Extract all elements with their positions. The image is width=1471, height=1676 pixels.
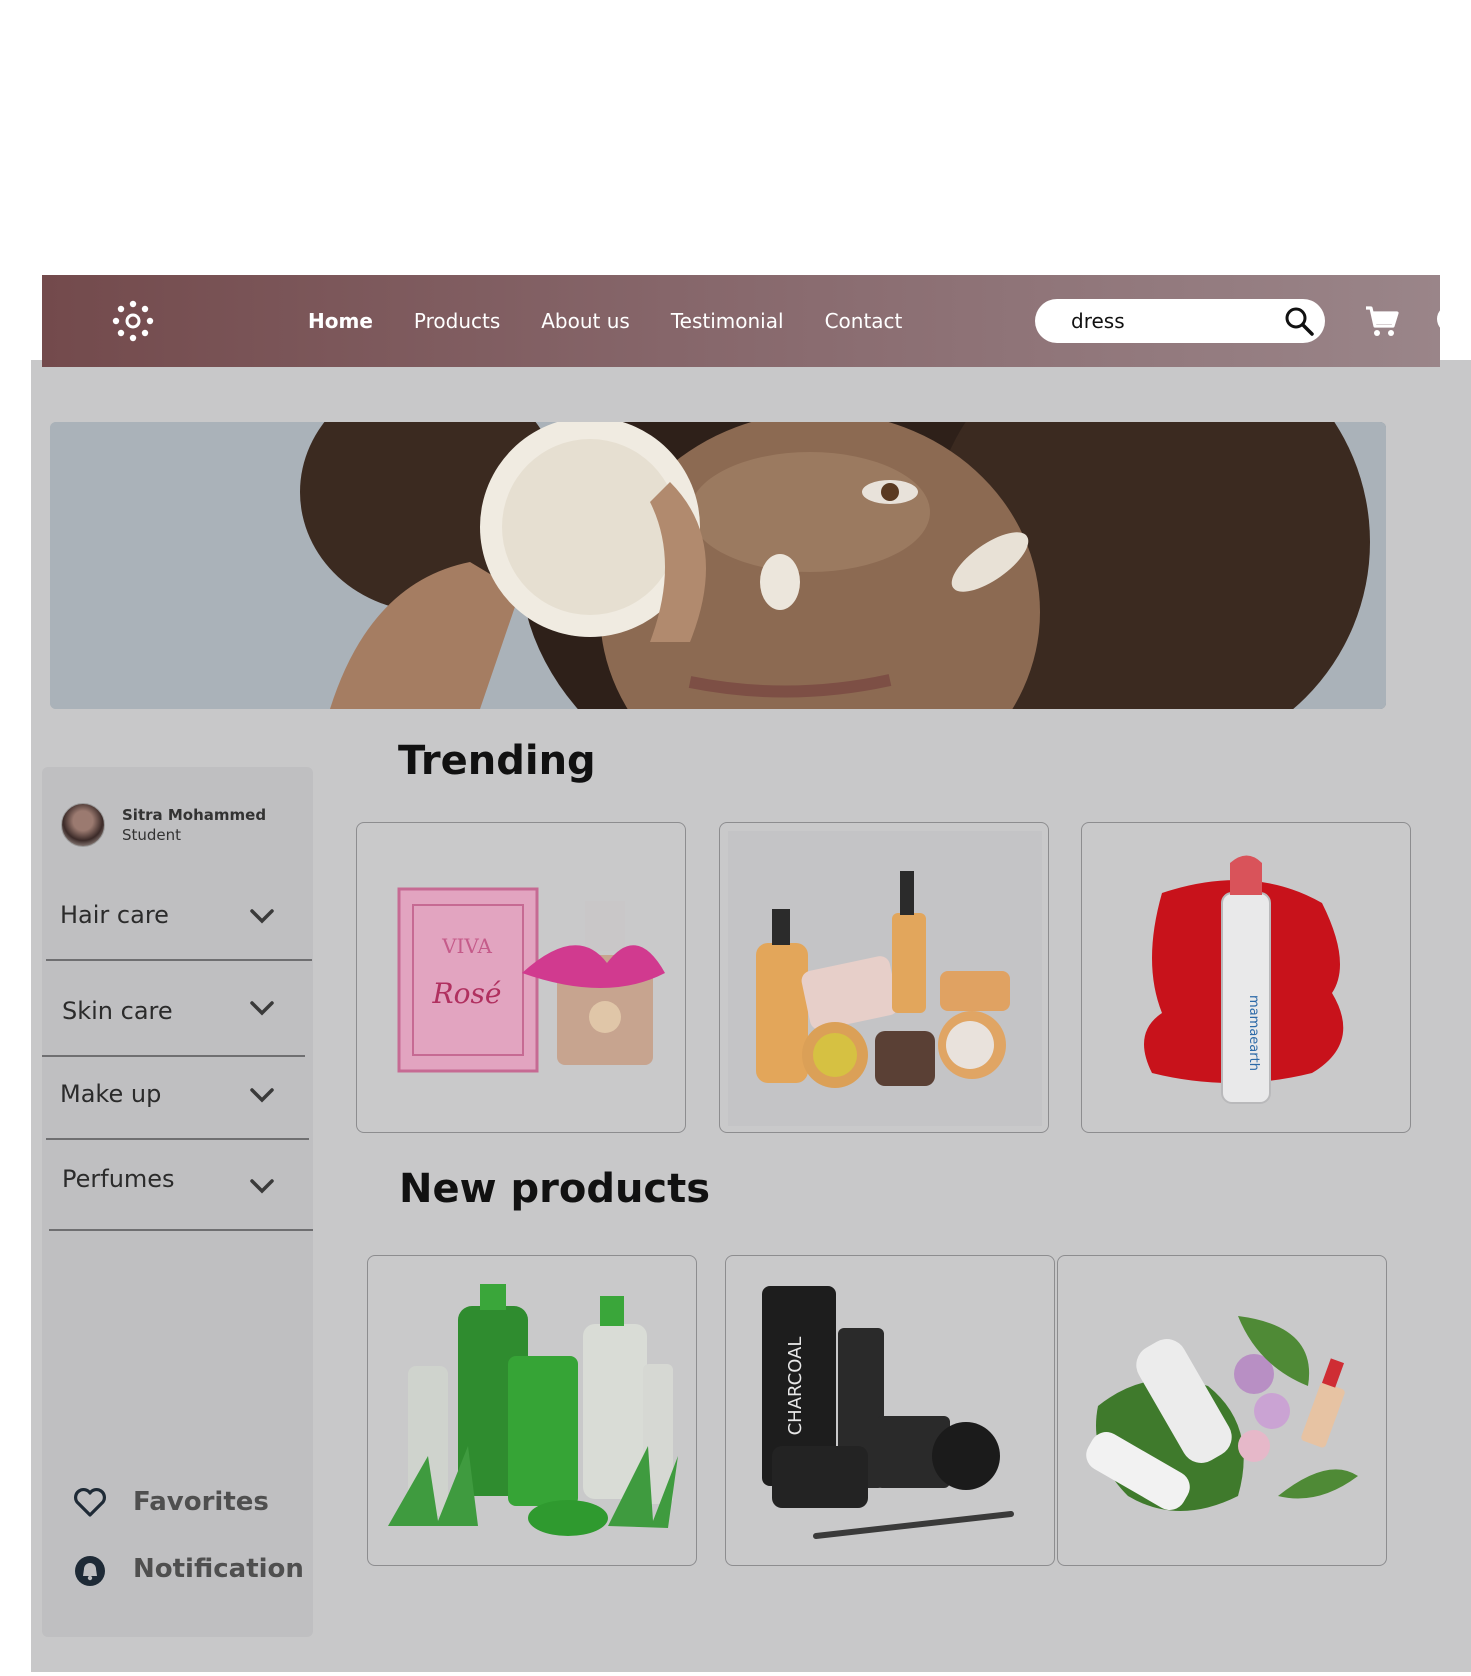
category-label: Perfumes <box>62 1165 175 1193</box>
canvas-logo-icon[interactable] <box>112 300 154 342</box>
notification-link[interactable]: Notification <box>72 1551 304 1587</box>
new-products-title: New products <box>399 1166 711 1212</box>
profile-icon-partial[interactable] <box>1437 305 1451 333</box>
chevron-down-icon[interactable] <box>249 907 275 925</box>
nav-links: Home Products About us Testimonial Conta… <box>308 275 902 367</box>
divider <box>49 1229 313 1231</box>
chevron-down-icon[interactable] <box>249 1086 275 1104</box>
cart-icon[interactable] <box>1364 304 1400 340</box>
heart-icon <box>74 1488 106 1517</box>
svg-text:VIVA: VIVA <box>441 934 492 958</box>
hero-image <box>50 422 1386 709</box>
lipstick-image: mamaearth <box>1144 855 1344 1104</box>
top-navbar: Home Products About us Testimonial Conta… <box>42 275 1451 367</box>
search-icon[interactable] <box>1283 305 1315 337</box>
svg-text:CHARCOAL: CHARCOAL <box>785 1337 806 1436</box>
sidebar: Sitra Mohammed Student Hair care Skin ca… <box>42 767 313 1637</box>
product-card-natural[interactable] <box>1057 1255 1387 1566</box>
skincare-image <box>728 831 1042 1126</box>
category-skin-care[interactable]: Skin care <box>42 967 313 1057</box>
category-hair-care[interactable]: Hair care <box>42 871 313 961</box>
chevron-down-icon[interactable] <box>249 999 275 1017</box>
bell-icon <box>75 1556 105 1586</box>
product-card-charcoal[interactable]: CHARCOAL <box>725 1255 1055 1566</box>
avatar <box>61 803 105 847</box>
favorites-link[interactable]: Favorites <box>72 1484 269 1520</box>
aloe-vera-image <box>388 1284 678 1536</box>
product-card-aloe-vera[interactable] <box>367 1255 697 1566</box>
user-profile[interactable]: Sitra Mohammed Student <box>61 803 266 847</box>
category-perfumes[interactable]: Perfumes <box>42 1135 313 1231</box>
perfume-image: VIVA Rosé <box>397 887 665 1073</box>
nav-contact[interactable]: Contact <box>825 309 903 333</box>
svg-text:mamaearth: mamaearth <box>1246 995 1261 1071</box>
nav-home[interactable]: Home <box>308 309 373 333</box>
product-card-skincare[interactable] <box>719 822 1049 1133</box>
product-card-perfume[interactable]: VIVA Rosé <box>356 822 686 1133</box>
search-input[interactable] <box>1071 309 1271 333</box>
nav-testimonial[interactable]: Testimonial <box>671 309 784 333</box>
trending-title: Trending <box>398 738 596 784</box>
notification-label: Notification <box>133 1554 304 1584</box>
user-role: Student <box>122 826 182 844</box>
divider <box>46 959 312 961</box>
search-box <box>1035 299 1325 343</box>
favorites-label: Favorites <box>133 1487 269 1517</box>
nav-products[interactable]: Products <box>414 309 500 333</box>
nav-about-us[interactable]: About us <box>541 309 630 333</box>
category-label: Hair care <box>60 901 169 929</box>
charcoal-image: CHARCOAL <box>762 1286 1014 1539</box>
product-card-lipstick[interactable]: mamaearth <box>1081 822 1411 1133</box>
svg-text:Rosé: Rosé <box>432 977 502 1010</box>
user-name: Sitra Mohammed <box>122 806 267 824</box>
category-make-up[interactable]: Make up <box>42 1050 313 1140</box>
chevron-down-icon[interactable] <box>249 1177 275 1195</box>
hero-banner <box>50 422 1386 709</box>
natural-products-image <box>1086 1316 1358 1511</box>
category-label: Skin care <box>62 997 173 1025</box>
category-label: Make up <box>60 1080 162 1108</box>
page: Home Products About us Testimonial Conta… <box>0 0 1471 1676</box>
